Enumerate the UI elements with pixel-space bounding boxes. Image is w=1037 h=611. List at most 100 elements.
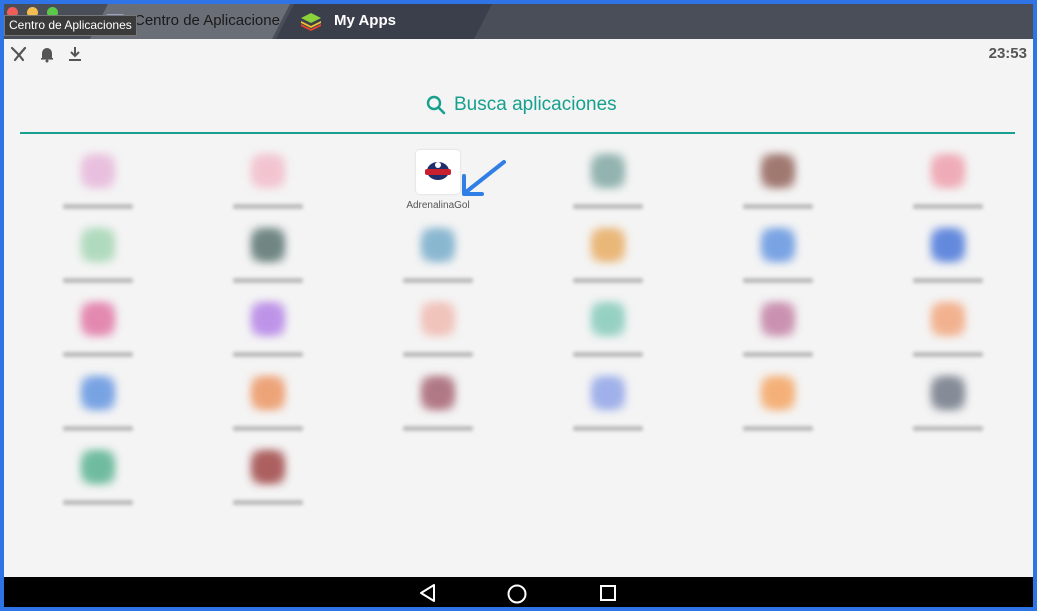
app-icon — [930, 153, 966, 189]
app-tile[interactable] — [693, 150, 863, 214]
app-tile[interactable] — [693, 372, 863, 436]
bell-icon — [38, 45, 56, 63]
app-label — [693, 275, 863, 285]
app-tile[interactable] — [183, 372, 353, 436]
app-tile[interactable] — [863, 150, 1033, 214]
search-underline — [20, 132, 1015, 134]
title-bar: Centro de Aplicaciones My Apps Centro de… — [4, 4, 1033, 39]
app-tile[interactable] — [353, 372, 523, 436]
app-label — [183, 349, 353, 359]
app-icon — [250, 301, 286, 337]
app-tile[interactable] — [13, 372, 183, 436]
app-label — [183, 497, 353, 507]
tab-my-apps[interactable]: My Apps — [276, 4, 492, 39]
blurred-label — [573, 426, 643, 431]
app-icon — [250, 449, 286, 485]
app-label — [523, 349, 693, 359]
app-icon — [80, 375, 116, 411]
blurred-label — [233, 352, 303, 357]
search-bar[interactable]: Busca aplicaciones — [426, 94, 617, 116]
blurred-label — [913, 204, 983, 209]
app-label — [693, 201, 863, 211]
app-label — [183, 201, 353, 211]
recents-icon[interactable] — [598, 583, 618, 603]
blurred-label — [743, 278, 813, 283]
blurred-label — [403, 278, 473, 283]
app-label — [693, 349, 863, 359]
blurred-label — [403, 426, 473, 431]
app-icon — [590, 153, 626, 189]
blurred-label — [63, 352, 133, 357]
app-label — [13, 275, 183, 285]
app-label — [353, 423, 523, 433]
tab-label-app-center: Centro de Aplicaciones — [134, 12, 280, 29]
app-icon — [420, 227, 456, 263]
app-label — [13, 423, 183, 433]
blurred-label — [233, 500, 303, 505]
app-tile[interactable] — [13, 298, 183, 362]
blurred-label — [233, 278, 303, 283]
app-tile[interactable] — [863, 372, 1033, 436]
app-label — [13, 201, 183, 211]
app-icon — [420, 375, 456, 411]
app-tile[interactable] — [523, 150, 693, 214]
app-icon — [590, 375, 626, 411]
adrenalinagol-logo-icon — [416, 150, 460, 194]
blurred-label — [743, 352, 813, 357]
app-label — [863, 349, 1033, 359]
app-icon — [80, 301, 116, 337]
home-icon[interactable] — [506, 583, 528, 605]
app-tile[interactable] — [183, 150, 353, 214]
app-tile[interactable] — [353, 224, 523, 288]
app-tile[interactable] — [863, 298, 1033, 362]
blurred-label — [63, 426, 133, 431]
app-label — [863, 275, 1033, 285]
app-grid: AdrenalinaGol — [4, 150, 1033, 590]
search-placeholder: Busca aplicaciones — [454, 94, 617, 115]
app-tile[interactable] — [183, 446, 353, 510]
download-icon — [66, 45, 84, 63]
app-tile[interactable] — [693, 298, 863, 362]
blurred-label — [573, 204, 643, 209]
app-icon — [590, 227, 626, 263]
status-bar-icons — [10, 45, 84, 63]
app-icon — [250, 375, 286, 411]
app-icon — [80, 449, 116, 485]
app-tile[interactable] — [693, 224, 863, 288]
app-tile[interactable] — [183, 224, 353, 288]
app-icon — [760, 301, 796, 337]
app-tile[interactable] — [183, 298, 353, 362]
app-icon — [930, 227, 966, 263]
app-icon — [930, 375, 966, 411]
app-tile[interactable] — [523, 298, 693, 362]
blurred-label — [233, 204, 303, 209]
tab-tooltip: Centro de Aplicaciones — [4, 15, 137, 36]
bluestacks-window: Centro de Aplicaciones My Apps Centro de… — [4, 4, 1033, 607]
blurred-label — [743, 426, 813, 431]
app-label — [13, 497, 183, 507]
app-tile[interactable] — [13, 224, 183, 288]
app-icon — [250, 153, 286, 189]
app-label — [13, 349, 183, 359]
app-tile[interactable] — [13, 446, 183, 510]
app-icon — [760, 153, 796, 189]
app-tile[interactable] — [863, 224, 1033, 288]
app-tile[interactable] — [353, 298, 523, 362]
blurred-label — [743, 204, 813, 209]
app-label — [863, 201, 1033, 211]
app-label — [693, 423, 863, 433]
blurred-label — [913, 352, 983, 357]
back-icon[interactable] — [418, 583, 438, 603]
blurred-label — [913, 426, 983, 431]
app-tile[interactable] — [523, 224, 693, 288]
app-tile[interactable] — [13, 150, 183, 214]
app-label: AdrenalinaGol — [406, 200, 470, 211]
blurred-label — [573, 278, 643, 283]
status-clock: 23:53 — [988, 45, 1027, 62]
blurred-label — [913, 278, 983, 283]
app-icon — [80, 227, 116, 263]
app-label — [523, 201, 693, 211]
app-label — [353, 349, 523, 359]
app-tile[interactable] — [523, 372, 693, 436]
bluestacks-layers-icon — [300, 11, 322, 31]
